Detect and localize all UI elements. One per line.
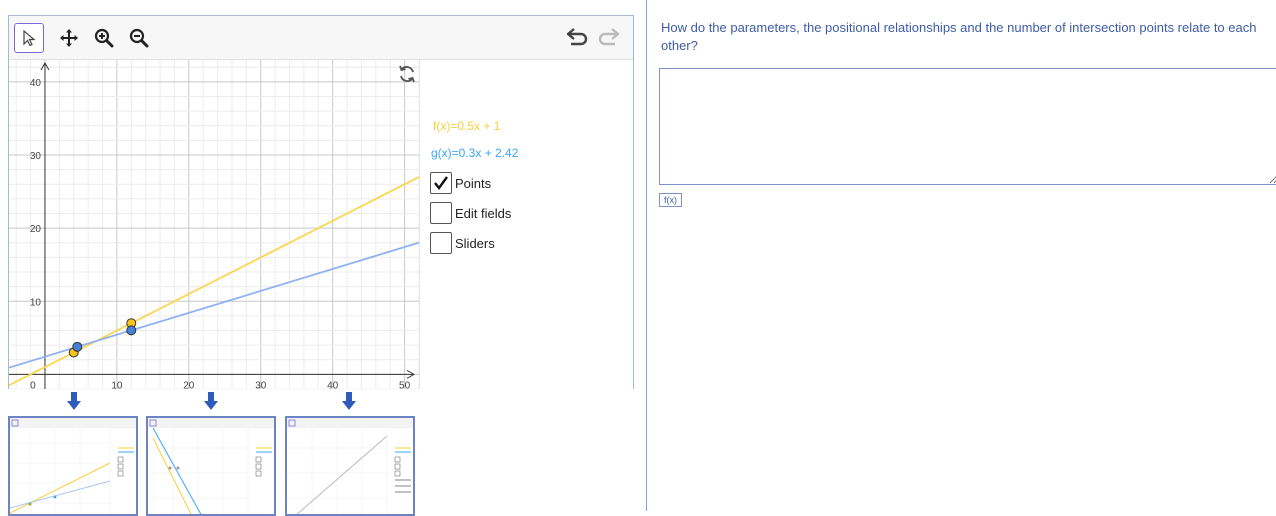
preview-thumbnail-1[interactable] (8, 416, 138, 516)
move-icon (60, 29, 78, 47)
checkbox-label: Edit fields (455, 205, 512, 221)
x-tick-label: 50 (399, 380, 411, 389)
checkbox-label: Sliders (455, 235, 495, 251)
data-point (126, 325, 137, 336)
move-tool-button[interactable] (54, 23, 84, 53)
graph-canvas[interactable]: 0 10 20 30 40 50 10 20 30 40 (9, 60, 419, 389)
redo-icon[interactable] (595, 26, 621, 48)
arrow-down-icon (342, 392, 356, 410)
edit-fields-checkbox[interactable]: Edit fields (430, 202, 511, 224)
x-tick-label: 30 (255, 380, 267, 389)
cursor-icon (23, 29, 36, 47)
zoom-in-button[interactable] (89, 23, 119, 53)
zoom-out-icon (129, 28, 149, 48)
x-tick-label: 0 (30, 380, 36, 389)
arrow-down-icon (67, 392, 81, 410)
preview-thumbnail-2[interactable] (146, 416, 276, 516)
answer-input[interactable] (659, 68, 1276, 185)
data-point (72, 341, 83, 352)
formula-button[interactable]: f(x) (659, 193, 682, 207)
column-divider (646, 0, 647, 511)
zoom-in-icon (94, 28, 114, 48)
arrow-down-icon (204, 392, 218, 410)
checkbox-box[interactable] (430, 172, 452, 194)
geogebra-applet[interactable]: 0 10 20 30 40 50 10 20 30 40 f(x)=0.5x + 1 g(x)=0… (8, 15, 634, 389)
x-tick-label: 20 (183, 380, 195, 389)
g-function-label: g(x)=0.3x + 2.42 (431, 146, 519, 160)
question-text: How do the parameters, the positional re… (661, 20, 1257, 53)
points-checkbox[interactable]: Points (430, 172, 491, 194)
sliders-checkbox[interactable]: Sliders (430, 232, 495, 254)
y-tick-label: 40 (30, 78, 42, 89)
x-tick-label: 10 (111, 380, 123, 389)
y-tick-label: 30 (30, 151, 42, 162)
y-tick-label: 20 (30, 224, 42, 235)
undo-icon[interactable] (565, 26, 591, 48)
checkbox-box[interactable] (430, 202, 452, 224)
preview-thumbnail-3[interactable] (285, 416, 415, 516)
y-tick-label: 10 (30, 297, 42, 308)
graphing-view[interactable]: 0 10 20 30 40 50 10 20 30 40 (9, 60, 419, 389)
checkbox-label: Points (455, 175, 492, 191)
applet-toolbar (9, 16, 633, 60)
algebra-panel (419, 60, 633, 389)
checkbox-box[interactable] (430, 232, 452, 254)
f-function-label: f(x)=0.5x + 1 (433, 119, 501, 133)
refresh-icon[interactable] (397, 64, 417, 84)
checkmark-icon (434, 176, 448, 190)
cursor-tool-button[interactable] (14, 23, 44, 53)
zoom-out-button[interactable] (124, 23, 154, 53)
x-tick-label: 40 (327, 380, 339, 389)
